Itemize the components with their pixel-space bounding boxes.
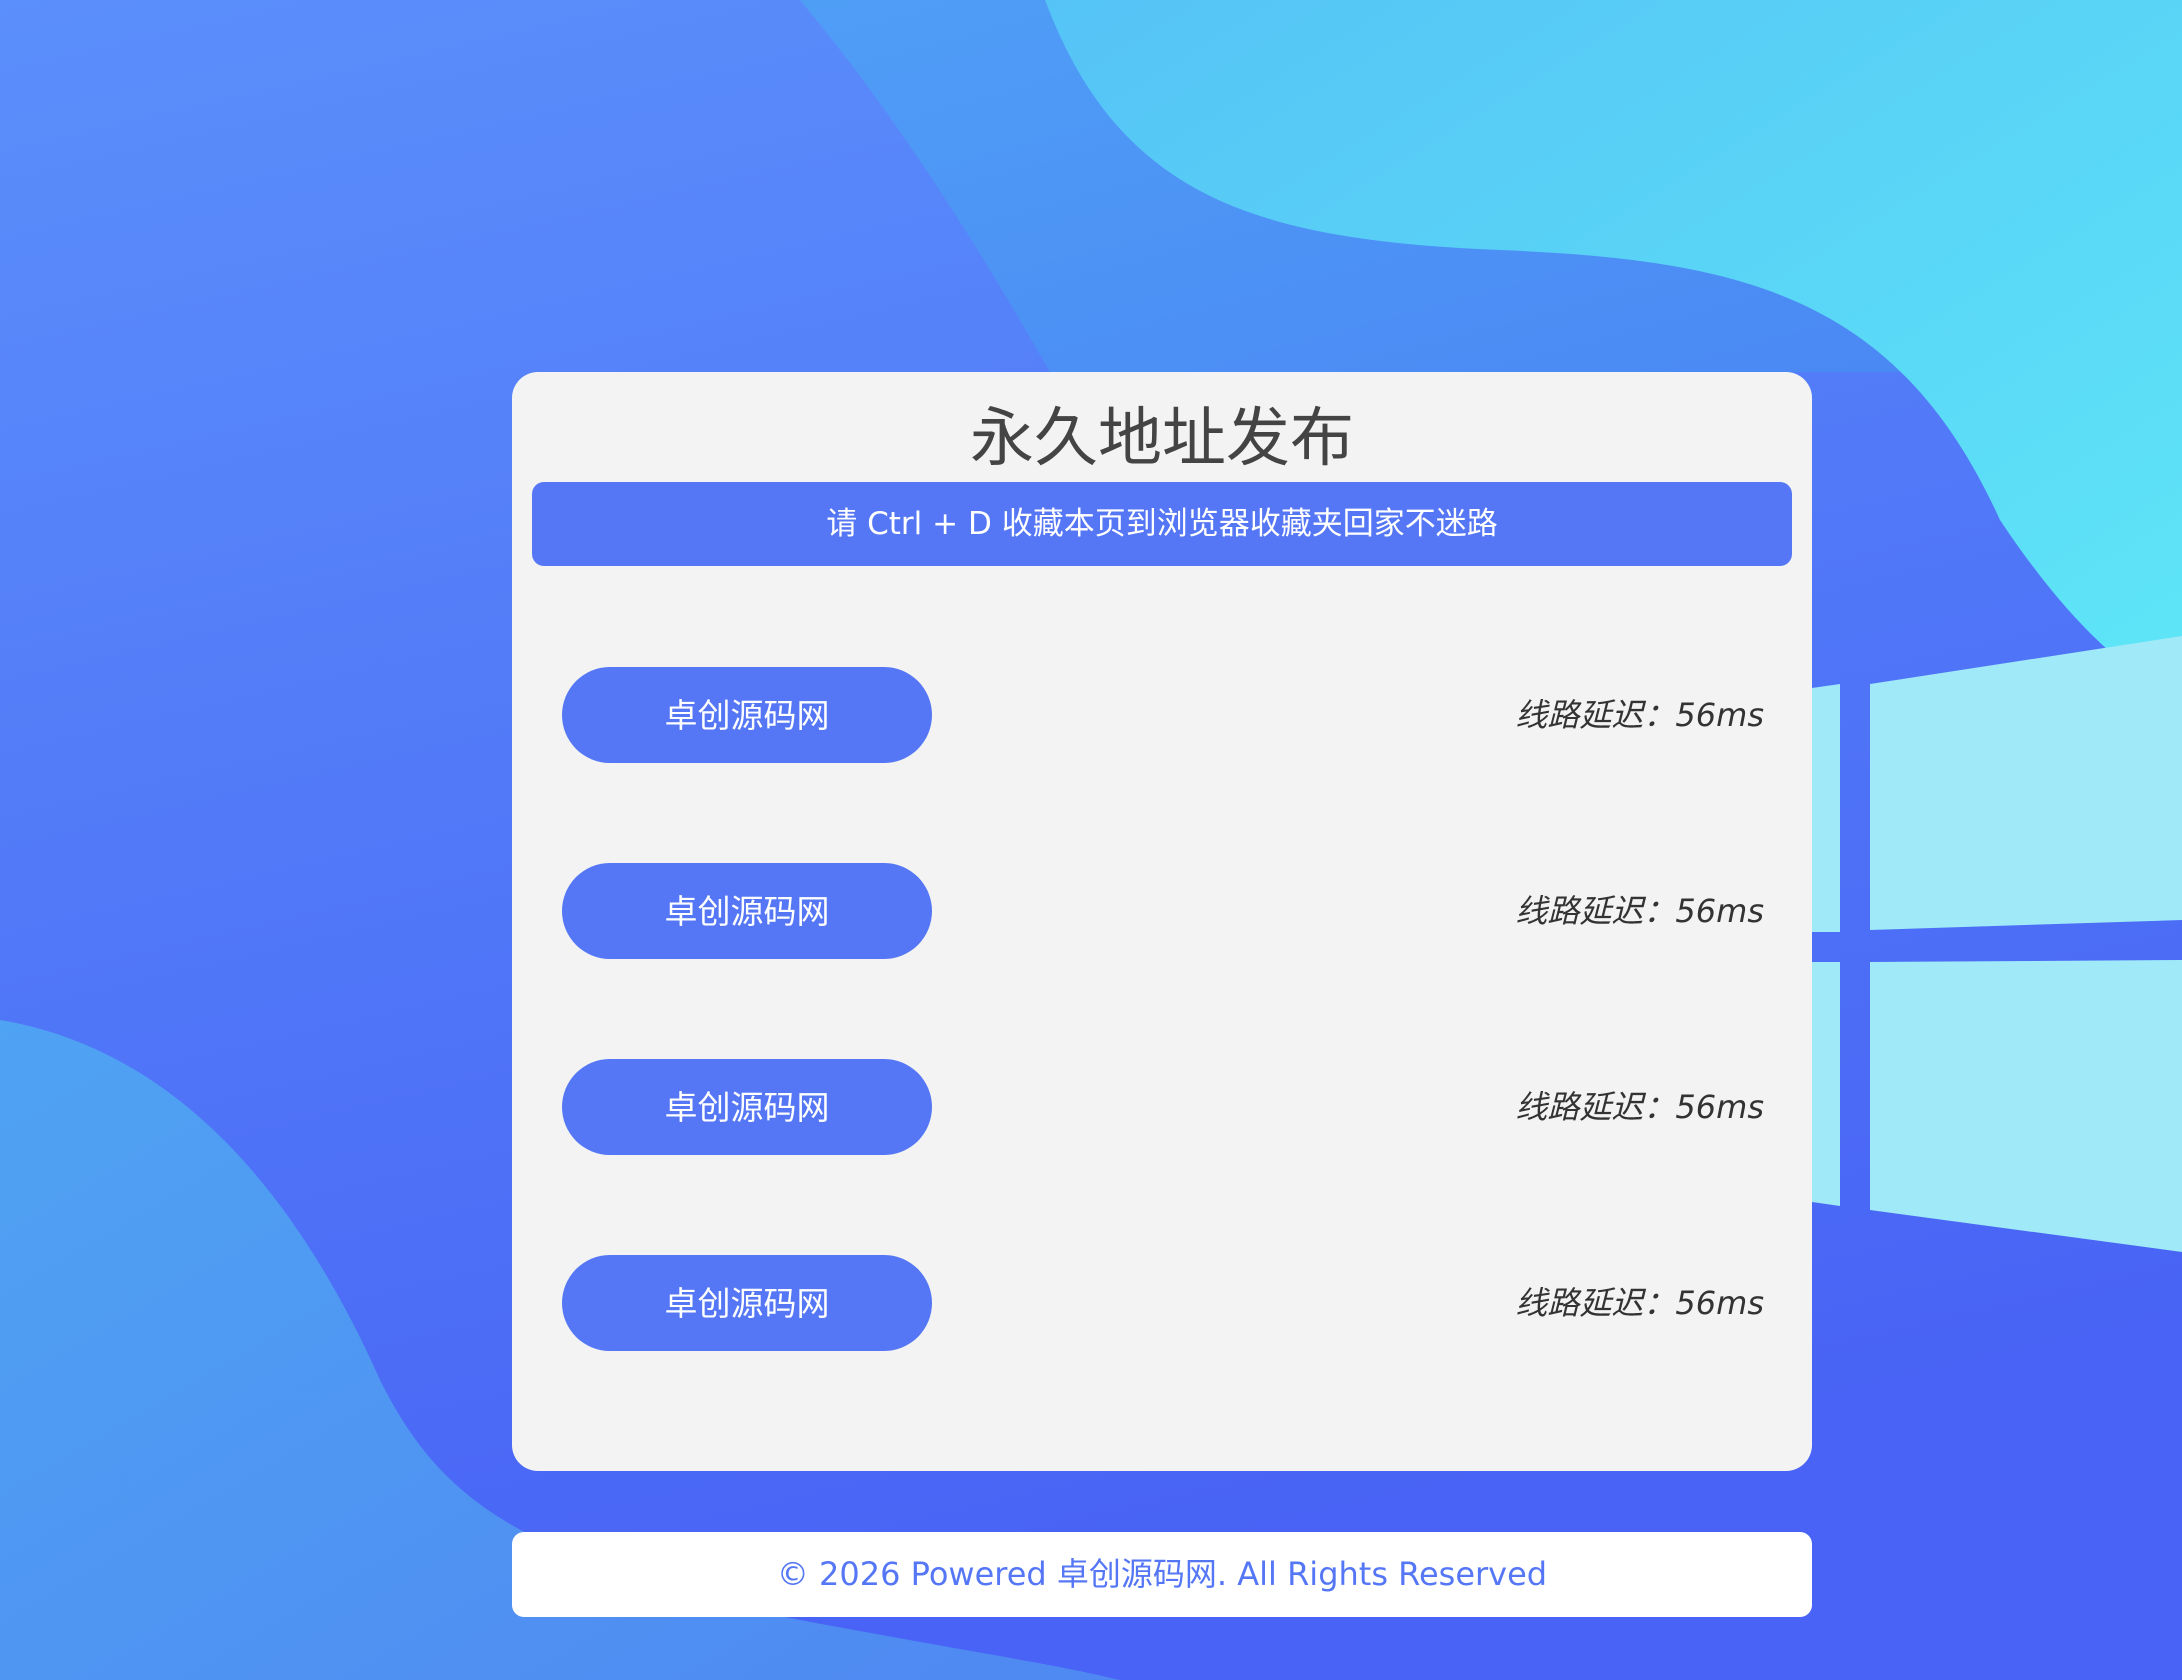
route-row-3: 卓创源码网 线路延迟：56ms <box>562 1059 1764 1155</box>
window-pane-bottom-right <box>1870 960 2182 1252</box>
latency-label-1: 线路延迟：56ms <box>1515 696 1764 734</box>
window-pane-bottom-left <box>1812 962 1840 1206</box>
window-pane-top-right <box>1870 636 2182 930</box>
route-button-2[interactable]: 卓创源码网 <box>562 863 932 959</box>
page-background: 永久地址发布 请 Ctrl + D 收藏本页到浏览器收藏夹回家不迷路 卓创源码网… <box>0 0 2182 1680</box>
latency-label-3: 线路延迟：56ms <box>1515 1088 1764 1126</box>
window-pane-top-left <box>1812 684 1840 932</box>
route-row-4: 卓创源码网 线路延迟：56ms <box>562 1255 1764 1351</box>
address-card: 永久地址发布 请 Ctrl + D 收藏本页到浏览器收藏夹回家不迷路 卓创源码网… <box>512 372 1812 1471</box>
route-button-1[interactable]: 卓创源码网 <box>562 667 932 763</box>
latency-label-4: 线路延迟：56ms <box>1515 1284 1764 1322</box>
route-row-2: 卓创源码网 线路延迟：56ms <box>562 863 1764 959</box>
route-row-1: 卓创源码网 线路延迟：56ms <box>562 667 1764 763</box>
page-title: 永久地址发布 <box>970 402 1354 476</box>
route-button-4[interactable]: 卓创源码网 <box>562 1255 932 1351</box>
route-button-3[interactable]: 卓创源码网 <box>562 1059 932 1155</box>
latency-label-2: 线路延迟：56ms <box>1515 892 1764 930</box>
bookmark-notice: 请 Ctrl + D 收藏本页到浏览器收藏夹回家不迷路 <box>532 482 1792 566</box>
footer-copyright: © 2026 Powered 卓创源码网. All Rights Reserve… <box>512 1532 1812 1617</box>
